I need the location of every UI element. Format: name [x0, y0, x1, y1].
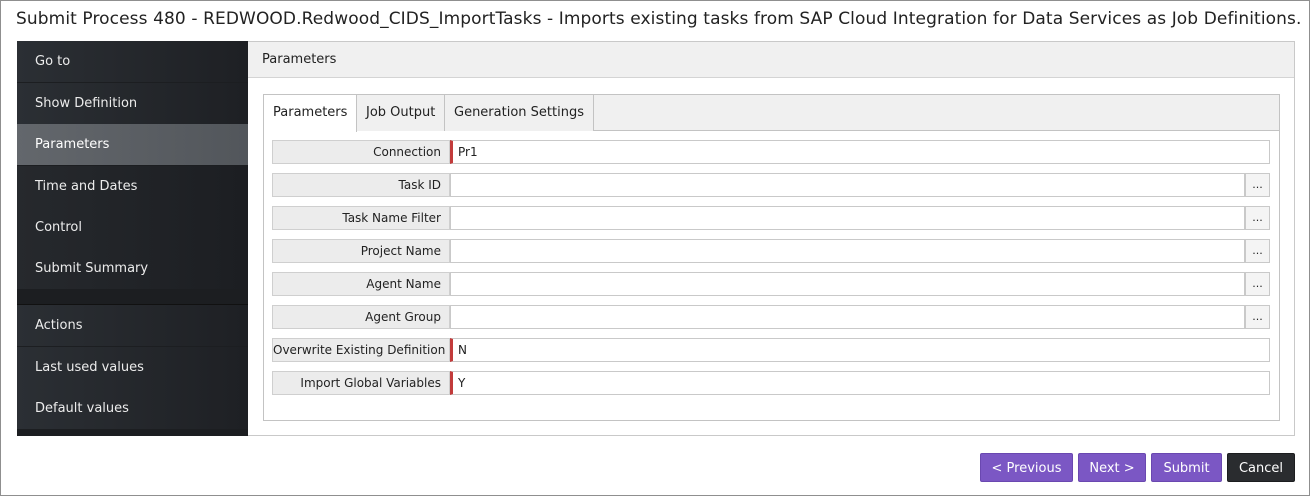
main-panel: Parameters Parameters Job Output Generat… — [248, 41, 1295, 436]
browse-button[interactable]: ... — [1245, 206, 1270, 230]
tab-panel: Parameters Job Output Generation Setting… — [263, 94, 1280, 421]
param-label: Overwrite Existing Definition — [272, 338, 450, 362]
project-name-field[interactable] — [450, 239, 1245, 263]
param-label: Task Name Filter — [272, 206, 450, 230]
tab-job-output[interactable]: Job Output — [357, 95, 446, 131]
param-row-connection: Connection Pr1 — [272, 140, 1270, 164]
tab-parameters[interactable]: Parameters — [264, 95, 358, 132]
import-global-variables-field[interactable]: Y — [450, 371, 1270, 395]
param-label: Import Global Variables — [272, 371, 450, 395]
browse-button[interactable]: ... — [1245, 173, 1270, 197]
param-row-task-name-filter: Task Name Filter ... — [272, 206, 1270, 230]
sidebar-item-last-used-values[interactable]: Last used values — [17, 347, 248, 388]
sidebar-item-control[interactable]: Control — [17, 207, 248, 248]
previous-button[interactable]: < Previous — [980, 453, 1073, 482]
task-name-filter-field[interactable] — [450, 206, 1245, 230]
submit-button[interactable]: Submit — [1151, 453, 1222, 482]
browse-button[interactable]: ... — [1245, 272, 1270, 296]
param-row-overwrite-existing-definition: Overwrite Existing Definition N — [272, 338, 1270, 362]
param-row-task-id: Task ID ... — [272, 173, 1270, 197]
next-button[interactable]: Next > — [1078, 453, 1146, 482]
browse-button[interactable]: ... — [1245, 239, 1270, 263]
tab-bar: Parameters Job Output Generation Setting… — [264, 95, 1279, 132]
sidebar-item-actions[interactable]: Actions — [17, 305, 248, 346]
sidebar-item-time-and-dates[interactable]: Time and Dates — [17, 166, 248, 207]
agent-group-field[interactable] — [450, 305, 1245, 329]
cancel-button[interactable]: Cancel — [1227, 453, 1295, 482]
param-row-agent-name: Agent Name ... — [272, 272, 1270, 296]
agent-name-field[interactable] — [450, 272, 1245, 296]
sidebar: Go to Show Definition Parameters Time an… — [17, 41, 248, 436]
sidebar-item-parameters[interactable]: Parameters — [17, 124, 248, 165]
param-label: Agent Group — [272, 305, 450, 329]
panel-title: Parameters — [248, 42, 1294, 78]
param-row-import-global-variables: Import Global Variables Y — [272, 371, 1270, 395]
sidebar-item-default-values[interactable]: Default values — [17, 388, 248, 429]
tab-generation-settings[interactable]: Generation Settings — [445, 95, 594, 131]
task-id-field[interactable] — [450, 173, 1245, 197]
param-label: Agent Name — [272, 272, 450, 296]
param-row-agent-group: Agent Group ... — [272, 305, 1270, 329]
sidebar-item-submit-summary[interactable]: Submit Summary — [17, 248, 248, 289]
param-row-project-name: Project Name ... — [272, 239, 1270, 263]
param-label: Connection — [272, 140, 450, 164]
sidebar-item-show-definition[interactable]: Show Definition — [17, 83, 248, 124]
submit-process-dialog: Submit Process 480 - REDWOOD.Redwood_CID… — [0, 0, 1310, 496]
connection-field[interactable]: Pr1 — [450, 140, 1270, 164]
overwrite-existing-definition-field[interactable]: N — [450, 338, 1270, 362]
browse-button[interactable]: ... — [1245, 305, 1270, 329]
sidebar-item-go-to[interactable]: Go to — [17, 41, 248, 82]
param-label: Project Name — [272, 239, 450, 263]
dialog-title: Submit Process 480 - REDWOOD.Redwood_CID… — [16, 9, 1302, 29]
param-label: Task ID — [272, 173, 450, 197]
